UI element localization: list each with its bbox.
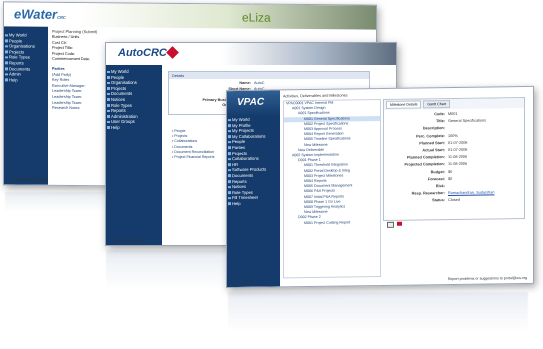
ewater-sidebar: My World People Organisations Projects Role … <box>4 26 48 185</box>
autocrc-sidebar: My World People Organisations Projects Docum… <box>106 65 162 245</box>
vpac-sidebar: VPAC My World My Profile My Projects My Col… <box>227 90 280 288</box>
detail-value: $0 <box>448 169 453 174</box>
ewater-status: [user@ew.org] [log] <box>12 176 47 182</box>
ewater-section-label: Research Notes: <box>52 105 81 111</box>
ewater-panel-title: Project Planning (Submit) <box>52 28 98 35</box>
detail-value: 11-08-2006 <box>448 162 468 167</box>
vpac-detail-panel: Milestone Details Gantt Chart Code: M001 Ti… <box>383 96 525 221</box>
vpac-reflection <box>228 292 528 332</box>
vpac-status: [user] <box>243 278 254 284</box>
autocrc-panel-title: Details <box>169 72 369 79</box>
vpac-detail-row: Status: Closed <box>387 196 521 205</box>
vpac-tree-title: Activities, Deliverables and Milestones <box>283 93 348 99</box>
detail-label: Status: <box>432 198 445 203</box>
ewater-logo: eWaterCRC <box>14 6 66 22</box>
detail-value: Closed <box>448 198 460 203</box>
detail-value: $0 <box>448 176 453 181</box>
ewater-app-title: eLiza <box>242 10 271 25</box>
autocrc-status: [user@ew.org] <box>116 237 142 242</box>
ewater-header: eWaterCRC eLiza <box>4 2 376 30</box>
vpac-footer: Report problems or suggestions to portal… <box>447 275 527 282</box>
vpac-nav-15[interactable]: Help <box>227 200 280 206</box>
autocrc-header: AutoCRC <box>106 43 396 65</box>
tab-1[interactable]: Gantt Chart <box>423 100 450 109</box>
window-vpac: VPAC My World My Profile My Projects My Col… <box>226 85 534 289</box>
ewater-reflection <box>5 192 105 212</box>
autocrc-link[interactable]: • Project Financial Reports <box>172 155 214 160</box>
print-icon[interactable] <box>387 221 394 228</box>
detail-value[interactable]: Rumachandran, Sudarshan <box>448 190 494 198</box>
tab-0[interactable]: Milestone Details <box>386 100 422 109</box>
ewater-nav-8[interactable]: Help <box>4 77 48 83</box>
autocrc-reflection <box>106 250 226 290</box>
autocrc-logo: AutoCRC <box>118 47 167 59</box>
autocrc-diamond-icon <box>166 46 179 59</box>
vpac-tree: VPAC0001 VPAC Internal PM A001 System Des… <box>283 98 381 279</box>
detail-value: General Specifications <box>448 118 486 124</box>
vpac-action-icons <box>387 221 402 228</box>
vpac-logo: VPAC <box>237 96 265 108</box>
ewater-field-label: Commencement Date: <box>52 57 90 62</box>
edit-icon[interactable] <box>397 221 402 226</box>
autocrc-nav-10[interactable]: Help <box>106 125 162 131</box>
